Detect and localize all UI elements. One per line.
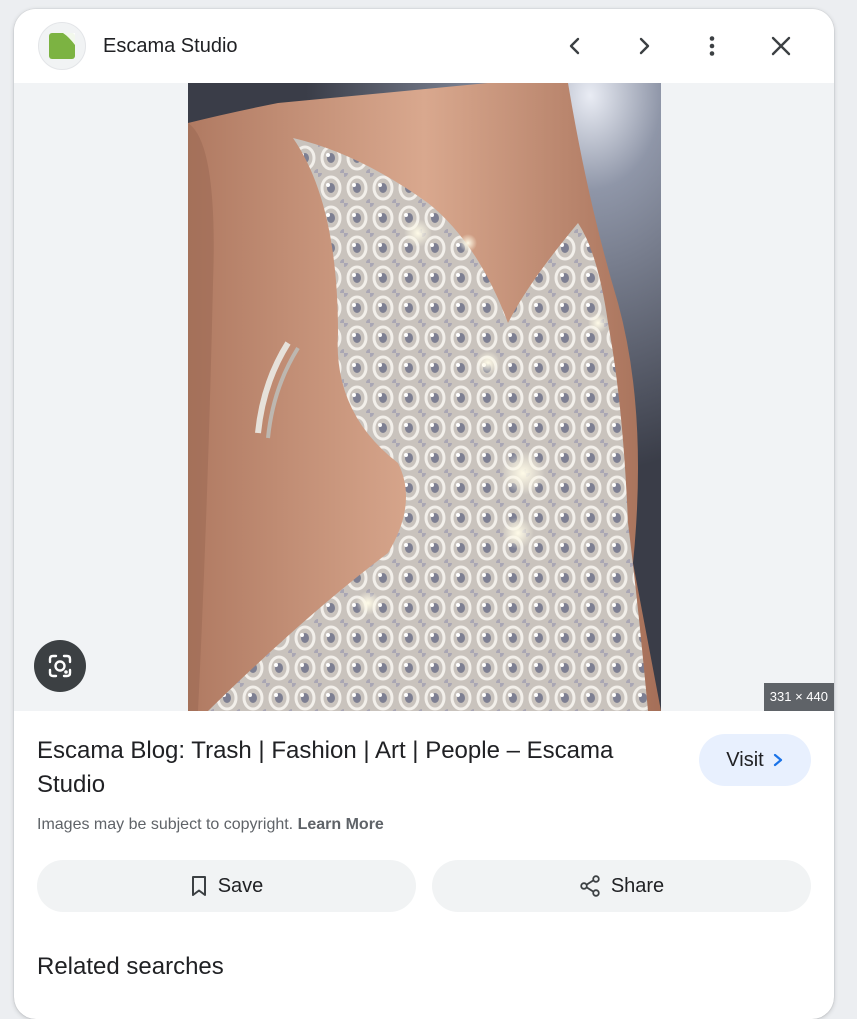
share-button[interactable]: Share — [432, 860, 811, 912]
save-button-label: Save — [217, 874, 264, 897]
google-lens-button[interactable] — [34, 640, 86, 692]
share-icon — [580, 875, 600, 897]
copyright-notice: Images may be subject to copyright. Lear… — [37, 816, 384, 834]
site-name[interactable]: Escama Studio — [103, 33, 238, 59]
next-image-button[interactable] — [624, 26, 664, 66]
image-dimensions-badge: 331 × 440 — [763, 683, 834, 711]
chevron-right-icon — [773, 753, 782, 767]
learn-more-link[interactable]: Learn More — [298, 816, 384, 833]
chevron-left-icon — [569, 37, 580, 55]
close-icon — [771, 36, 791, 56]
save-button[interactable]: Save — [37, 860, 416, 912]
image-preview-area: 331 × 440 — [14, 83, 834, 711]
more-options-button[interactable] — [692, 26, 732, 66]
share-button-label: Share — [610, 874, 665, 897]
close-button[interactable] — [761, 26, 801, 66]
chevron-right-icon — [639, 37, 650, 55]
more-vert-icon — [709, 36, 715, 56]
escama-green-square-icon — [49, 33, 75, 59]
page-title[interactable]: Escama Blog: Trash | Fashion | Art | Peo… — [37, 734, 677, 802]
viewer-header: Escama Studio — [14, 9, 834, 83]
related-searches-heading: Related searches — [37, 953, 224, 980]
image-viewer-panel: Escama Studio 331 × 440 Escama Blog: Tra… — [14, 9, 834, 1019]
google-lens-icon — [48, 654, 72, 678]
previous-image-button[interactable] — [555, 26, 595, 66]
site-favicon[interactable] — [38, 22, 86, 70]
preview-image[interactable] — [188, 83, 661, 711]
visit-button-label: Visit — [726, 748, 764, 771]
bookmark-icon — [191, 876, 206, 896]
visit-button[interactable]: Visit — [699, 734, 811, 786]
dress-photo-illustration — [188, 83, 661, 711]
copyright-text: Images may be subject to copyright. — [37, 816, 294, 833]
